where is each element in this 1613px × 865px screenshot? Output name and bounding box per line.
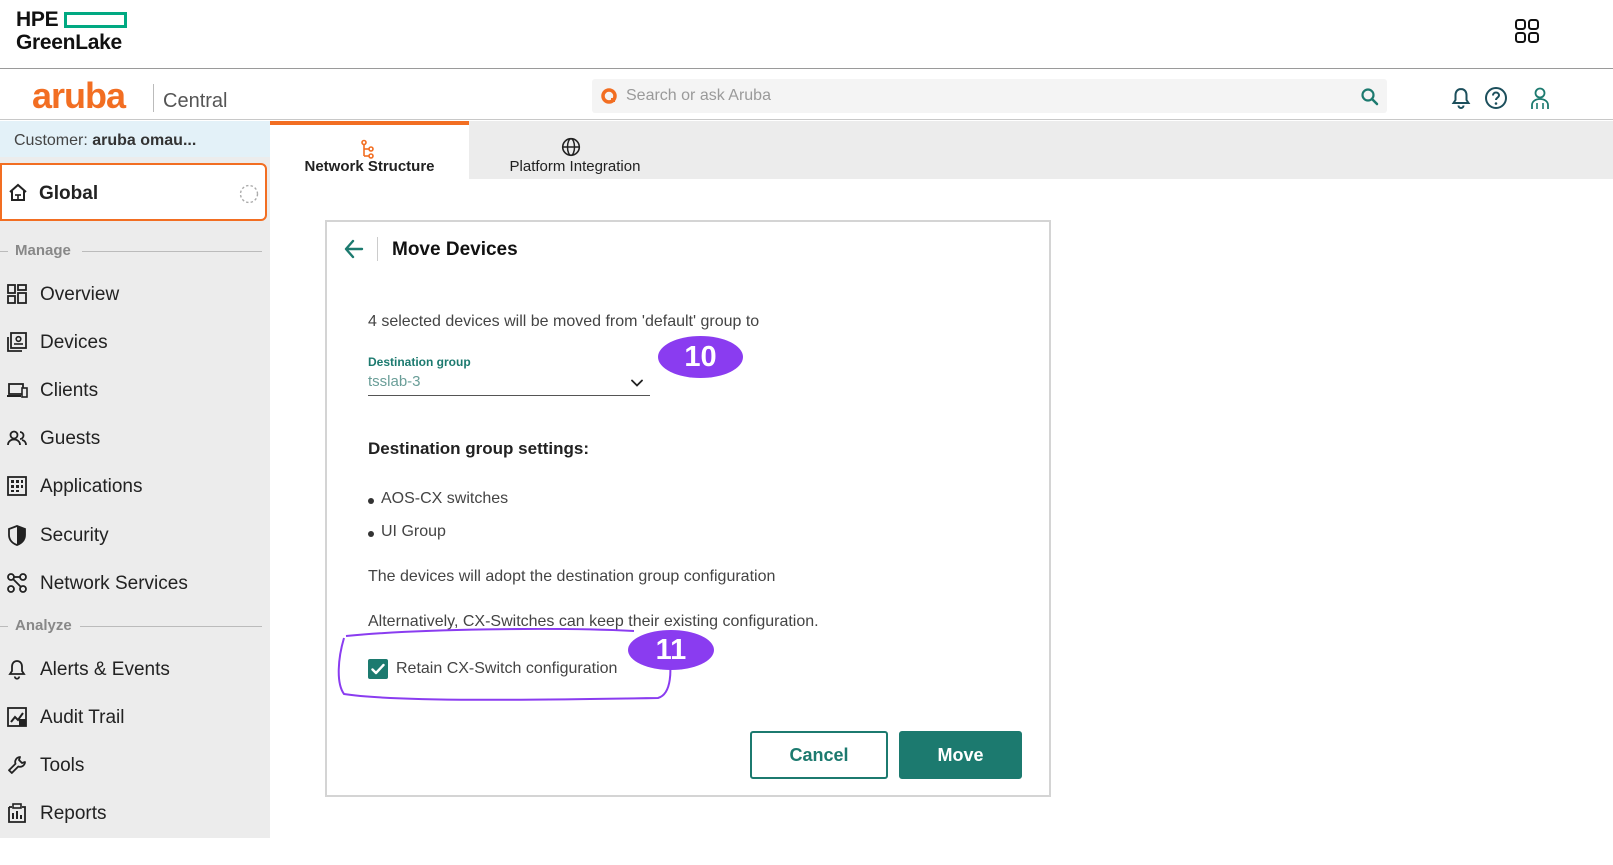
- cancel-button[interactable]: Cancel: [750, 731, 888, 779]
- adopt-config-text: The devices will adopt the destination g…: [368, 568, 776, 585]
- checkmark-icon: [371, 663, 385, 675]
- audit-trail-icon: [7, 707, 27, 727]
- aruba-logo[interactable]: aruba: [32, 78, 126, 114]
- aruba-assistant-icon: [601, 88, 617, 104]
- sidebar: Customer: aruba omau... Global Manage Ov…: [0, 121, 270, 838]
- nav-item-label: Tools: [40, 755, 85, 776]
- logo-divider: [153, 84, 154, 112]
- tab-label: Network Structure: [304, 158, 435, 175]
- tab-platform-integration[interactable]: Platform Integration: [480, 121, 670, 179]
- nav-item-guests[interactable]: Guests: [0, 418, 270, 458]
- settings-item: UI Group: [368, 523, 446, 540]
- greenlake-header: HPE GreenLake: [0, 0, 1613, 69]
- move-button[interactable]: Move: [899, 731, 1022, 779]
- hpe-greenlake-logo[interactable]: HPE GreenLake: [16, 8, 128, 54]
- nav-item-applications[interactable]: Applications: [0, 466, 270, 506]
- nav-item-devices[interactable]: Devices: [0, 322, 270, 362]
- clients-laptop-icon: [7, 383, 28, 398]
- notifications-bell-icon[interactable]: [1449, 86, 1473, 110]
- reports-icon: [8, 803, 26, 823]
- nav-item-label: Reports: [40, 803, 107, 824]
- nav-item-audit-trail[interactable]: Audit Trail: [0, 697, 270, 737]
- nav-item-label: Guests: [40, 428, 101, 449]
- hpe-logo-text: HPE: [16, 8, 59, 31]
- destination-group-select[interactable]: tsslab-3: [368, 370, 650, 396]
- tab-bar: Network Structure Platform Integration: [270, 121, 1613, 179]
- guests-icon: [7, 430, 27, 446]
- dialog-title: Move Devices: [392, 239, 518, 260]
- destination-group-value: tsslab-3: [368, 373, 421, 390]
- hpe-element-icon: [64, 11, 128, 28]
- nav-item-reports[interactable]: Reports: [0, 793, 270, 833]
- section-manage-label: Manage: [15, 242, 71, 259]
- section-analyze-label: Analyze: [15, 617, 72, 634]
- nav-item-label: Applications: [40, 476, 143, 497]
- nav-item-network-services[interactable]: Network Services: [0, 563, 270, 603]
- nav-item-alerts-events[interactable]: Alerts & Events: [0, 649, 270, 689]
- greenlake-logo-text: GreenLake: [16, 31, 122, 54]
- applications-icon: [7, 476, 27, 496]
- annotation-badge-11: 11: [628, 630, 714, 670]
- annotation-badge-10: 10: [658, 336, 743, 378]
- nav-item-label: Clients: [40, 380, 99, 401]
- move-devices-dialog: Move Devices 4 selected devices will be …: [325, 220, 1051, 797]
- nav-item-overview[interactable]: Overview: [0, 274, 270, 314]
- destination-group-label: Destination group: [368, 355, 471, 369]
- settings-heading: Destination group settings:: [368, 439, 589, 458]
- user-profile-icon[interactable]: [1528, 86, 1552, 110]
- help-icon[interactable]: [1484, 86, 1508, 110]
- security-shield-icon: [8, 525, 26, 546]
- overview-grid-icon: [7, 284, 27, 304]
- scope-label: Global: [39, 183, 99, 204]
- nav-item-label: Network Services: [40, 573, 188, 594]
- search-input[interactable]: [626, 83, 1326, 109]
- scope-selector-global[interactable]: Global: [0, 163, 267, 221]
- search-icon[interactable]: [1360, 87, 1380, 107]
- alternative-text: Alternatively, CX-Switches can keep thei…: [368, 613, 819, 630]
- nav-item-label: Alerts & Events: [40, 659, 170, 680]
- title-divider: [377, 237, 378, 261]
- retain-config-label: Retain CX-Switch configuration: [396, 660, 618, 677]
- loading-spinner-icon: [239, 184, 259, 204]
- tab-network-structure[interactable]: Network Structure: [270, 121, 469, 179]
- search-box[interactable]: [592, 79, 1387, 113]
- chevron-down-icon: [631, 379, 643, 387]
- nav-item-security[interactable]: Security: [0, 515, 270, 555]
- tab-label: Platform Integration: [509, 158, 641, 175]
- devices-icon: [7, 332, 27, 352]
- retain-config-checkbox[interactable]: [368, 659, 388, 679]
- nav-item-label: Audit Trail: [40, 707, 125, 728]
- back-arrow-icon[interactable]: [343, 238, 365, 260]
- customer-prefix: Customer:: [14, 132, 88, 149]
- nav-item-tools[interactable]: Tools: [0, 745, 270, 785]
- section-analyze: Analyze: [0, 617, 262, 635]
- section-manage: Manage: [0, 242, 262, 260]
- nav-item-label: Devices: [40, 332, 108, 353]
- bell-icon: [8, 660, 26, 680]
- nav-item-label: Security: [40, 525, 109, 546]
- product-name: Central: [163, 90, 228, 112]
- customer-selector[interactable]: Customer: aruba omau...: [0, 121, 270, 157]
- aruba-central-header: aruba Central: [0, 70, 1613, 120]
- network-structure-icon: [361, 139, 374, 159]
- settings-item: AOS-CX switches: [367, 490, 509, 507]
- nav-item-label: Overview: [40, 284, 120, 305]
- globe-icon: [561, 137, 581, 157]
- home-icon: [9, 183, 27, 201]
- network-services-icon: [7, 573, 27, 593]
- grid-apps-icon[interactable]: [1514, 18, 1540, 44]
- wrench-icon: [8, 756, 26, 774]
- move-description: 4 selected devices will be moved from 'd…: [368, 313, 760, 330]
- nav-item-clients[interactable]: Clients: [0, 370, 270, 410]
- customer-name: aruba omau...: [92, 132, 197, 149]
